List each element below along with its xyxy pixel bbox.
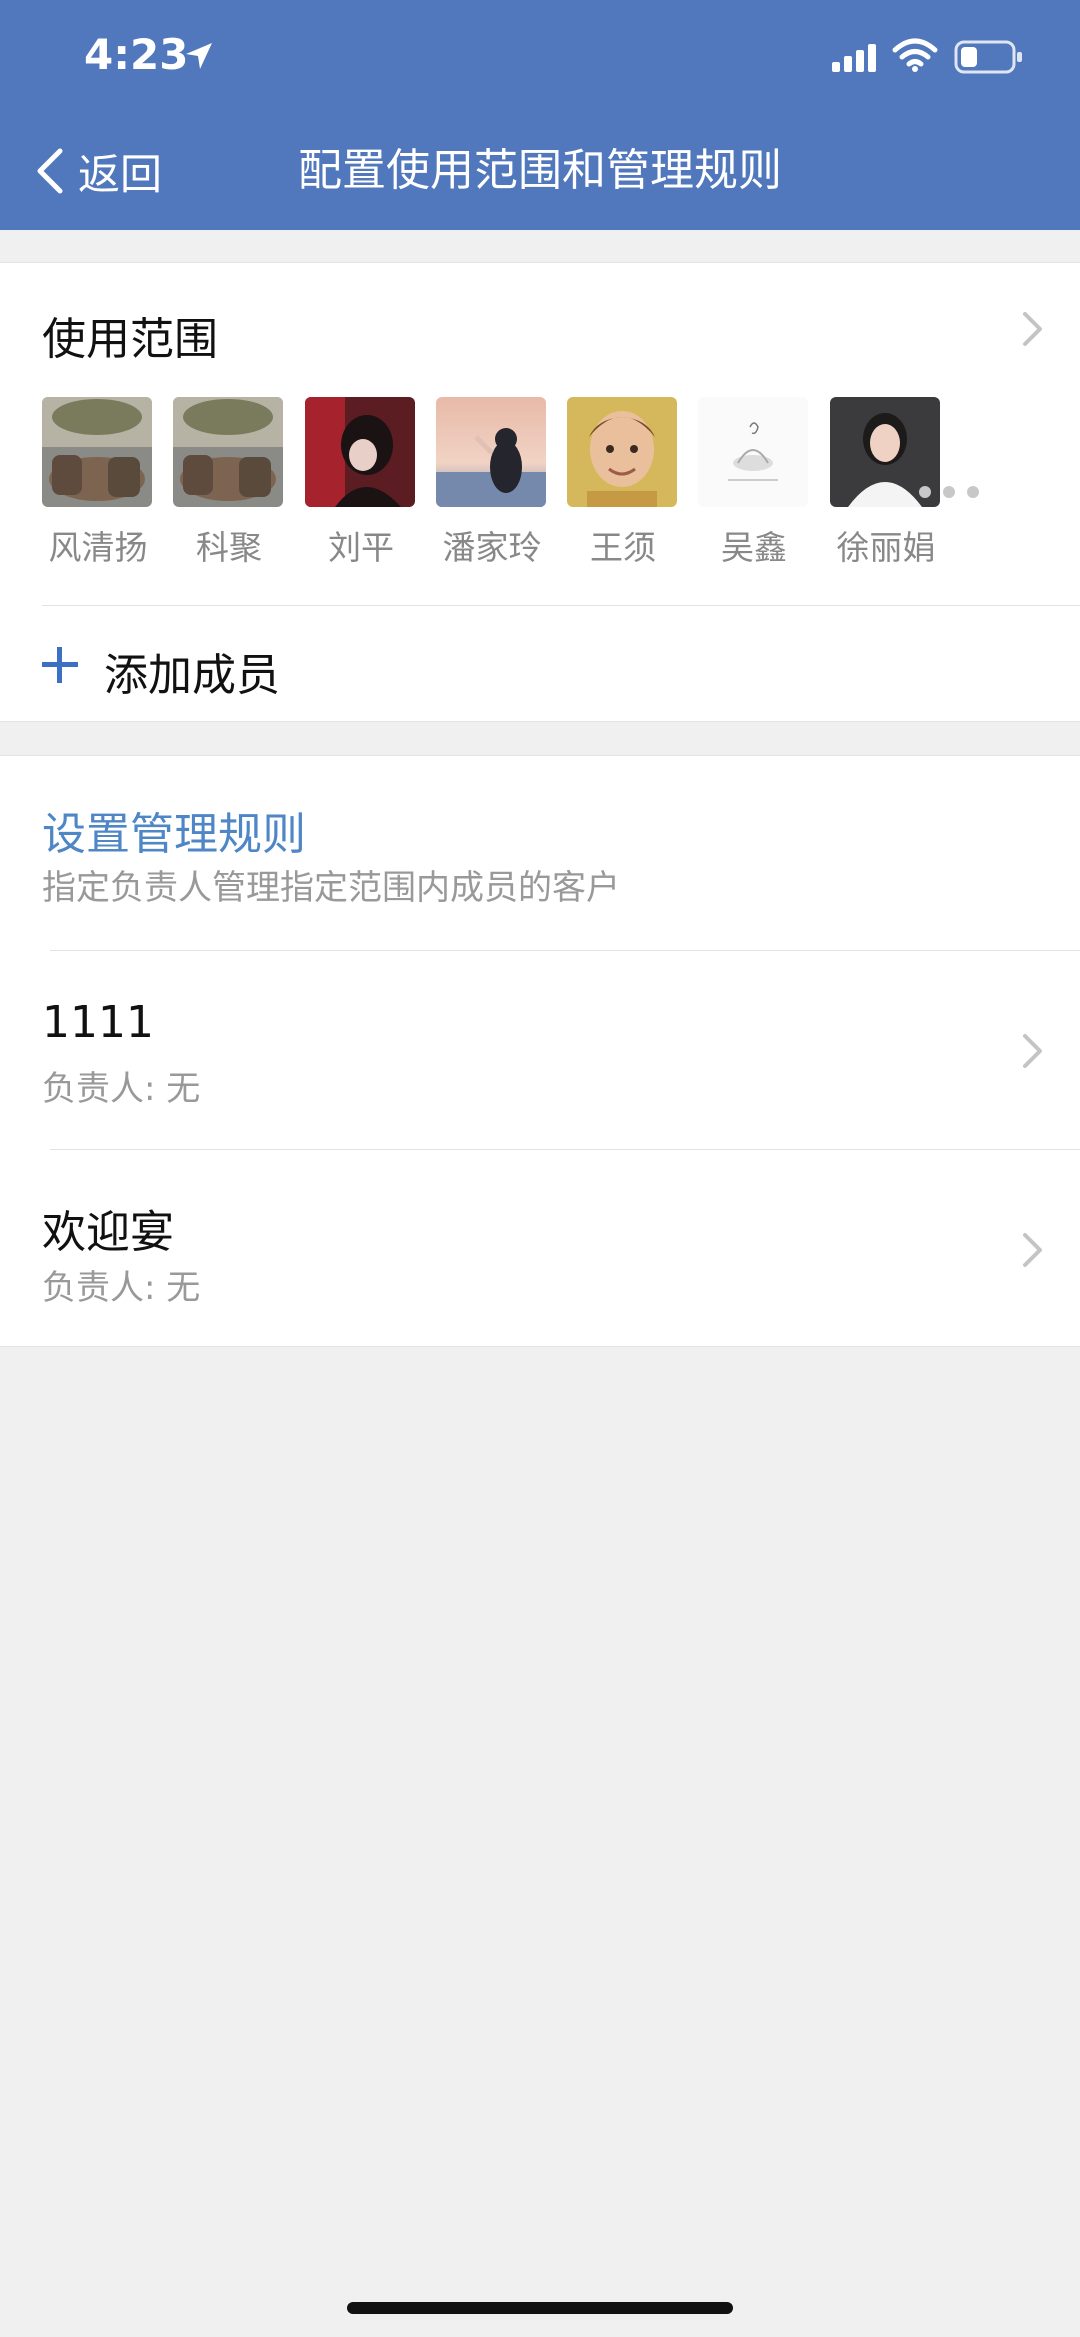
status-time: 4:23 bbox=[84, 30, 189, 79]
member-name: 科聚 bbox=[196, 528, 262, 567]
member-name: 潘家玲 bbox=[442, 528, 542, 567]
chevron-right-icon bbox=[1023, 1034, 1042, 1068]
rule-owner: 负责人: 无 bbox=[42, 1069, 201, 1109]
member-avatar bbox=[436, 397, 546, 507]
member-item[interactable]: 刘平 bbox=[305, 397, 417, 569]
usage-scope-section: 使用范围 风清扬 科聚 刘平 潘家玲 王须 吴鑫 徐丽娟 添加成员 bbox=[0, 262, 1080, 722]
member-name: 风清扬 bbox=[48, 528, 148, 567]
navigation-header: 4:23 返回 配置使用范围和管理规则 bbox=[0, 0, 1080, 230]
wifi-icon bbox=[892, 38, 938, 72]
member-name: 刘平 bbox=[328, 528, 394, 567]
set-rules-link[interactable]: 设置管理规则 bbox=[42, 798, 306, 862]
member-item[interactable]: 科聚 bbox=[173, 397, 285, 569]
rule-name: 1111 bbox=[42, 997, 154, 1048]
rule-item[interactable]: 1111 负责人: 无 bbox=[0, 951, 1080, 1149]
chevron-right-icon bbox=[1023, 1233, 1042, 1267]
member-item[interactable]: 风清扬 bbox=[42, 397, 154, 569]
add-member-label: 添加成员 bbox=[104, 650, 280, 701]
management-rules-section: 设置管理规则 指定负责人管理指定范围内成员的客户 1111 负责人: 无 欢迎宴… bbox=[0, 755, 1080, 1347]
member-item[interactable]: 吴鑫 bbox=[698, 397, 810, 569]
member-name: 吴鑫 bbox=[721, 528, 787, 567]
member-item[interactable]: 潘家玲 bbox=[436, 397, 548, 569]
member-avatar bbox=[42, 397, 152, 507]
member-item[interactable]: 徐丽娟 bbox=[830, 397, 942, 569]
usage-scope-title: 使用范围 bbox=[42, 314, 218, 365]
plus-icon bbox=[42, 647, 78, 683]
battery-icon bbox=[954, 40, 1022, 74]
member-avatar-list: 风清扬 科聚 刘平 潘家玲 王须 吴鑫 徐丽娟 bbox=[42, 397, 1052, 567]
chevron-right-icon bbox=[1023, 312, 1042, 346]
add-member-button[interactable]: 添加成员 bbox=[0, 607, 1080, 723]
member-name: 王须 bbox=[590, 528, 656, 567]
member-name: 徐丽娟 bbox=[836, 528, 936, 567]
location-arrow-icon bbox=[186, 43, 212, 69]
page-title: 配置使用范围和管理规则 bbox=[298, 145, 782, 196]
more-dots-icon[interactable] bbox=[918, 485, 980, 499]
member-avatar bbox=[698, 397, 808, 507]
member-avatar bbox=[173, 397, 283, 507]
rule-owner: 负责人: 无 bbox=[42, 1268, 201, 1308]
signal-icon bbox=[832, 44, 876, 72]
member-avatar bbox=[567, 397, 677, 507]
usage-scope-row[interactable]: 使用范围 风清扬 科聚 刘平 潘家玲 王须 吴鑫 徐丽娟 bbox=[0, 263, 1080, 593]
home-indicator bbox=[347, 2302, 733, 2314]
divider bbox=[42, 605, 1080, 606]
rule-name: 欢迎宴 bbox=[42, 1207, 174, 1258]
rules-description: 指定负责人管理指定范围内成员的客户 bbox=[42, 868, 620, 908]
member-avatar bbox=[305, 397, 415, 507]
rule-item[interactable]: 欢迎宴 负责人: 无 bbox=[0, 1150, 1080, 1348]
member-item[interactable]: 王须 bbox=[567, 397, 679, 569]
rules-header: 设置管理规则 指定负责人管理指定范围内成员的客户 bbox=[0, 756, 1080, 950]
